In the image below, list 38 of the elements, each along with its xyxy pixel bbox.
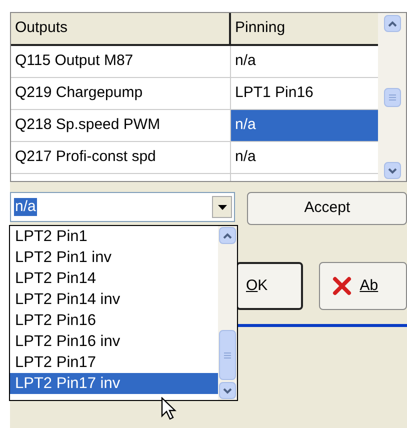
table-cell[interactable]: n/a <box>231 46 378 77</box>
scrollbar-thumb[interactable] <box>219 330 236 380</box>
scroll-up-button[interactable] <box>219 227 236 244</box>
column-header[interactable]: Outputs <box>11 13 231 46</box>
ok-button[interactable]: OK <box>236 262 303 310</box>
chevron-up-icon <box>223 232 232 238</box>
combo-value: n/a <box>14 198 37 216</box>
dropdown-option[interactable]: LPT2 Pin1 <box>10 226 218 247</box>
table-cell[interactable]: n/a <box>231 110 378 141</box>
scrollbar-track[interactable] <box>218 226 237 400</box>
grip-icon <box>388 94 396 100</box>
scroll-down-button[interactable] <box>384 162 400 179</box>
table-cell: Q217 Profi-const spd <box>11 142 231 173</box>
column-header[interactable]: Pinning <box>231 13 378 46</box>
accept-button[interactable]: Accept <box>247 192 407 225</box>
dropdown-option[interactable]: LPT2 Pin17 <box>10 352 218 373</box>
scrollbar-track[interactable] <box>378 13 406 181</box>
grip-icon <box>224 352 231 358</box>
dropdown-option[interactable]: LPT2 Pin16 <box>10 310 218 331</box>
chevron-up-icon <box>388 20 396 26</box>
dropdown-option[interactable]: LPT2 Pin17 inv <box>10 373 218 394</box>
combo-box[interactable]: n/a <box>10 192 236 222</box>
dropdown-option[interactable]: LPT2 Pin14 inv <box>10 289 218 310</box>
table-cell: Q115 Output M87 <box>11 46 231 77</box>
dropdown-option[interactable]: LPT2 Pin14 <box>10 268 218 289</box>
close-icon <box>332 276 352 296</box>
chevron-down-icon <box>388 168 396 174</box>
dropdown-option[interactable]: LPT2 Pin1 inv <box>10 247 218 268</box>
scroll-down-button[interactable] <box>219 382 236 399</box>
table-cell[interactable]: LPT1 Pin16 <box>231 78 378 109</box>
scroll-up-button[interactable] <box>384 15 400 32</box>
chevron-down-icon <box>223 388 232 394</box>
dropdown-option[interactable]: LPT2 Pin16 inv <box>10 331 218 352</box>
abort-button[interactable]: Ab <box>318 262 407 310</box>
dropdown-caret-icon[interactable] <box>212 196 232 218</box>
table-cell[interactable]: n/a <box>231 142 378 173</box>
table-cell: Q219 Chargepump <box>11 78 231 109</box>
scrollbar-thumb[interactable] <box>384 88 400 106</box>
